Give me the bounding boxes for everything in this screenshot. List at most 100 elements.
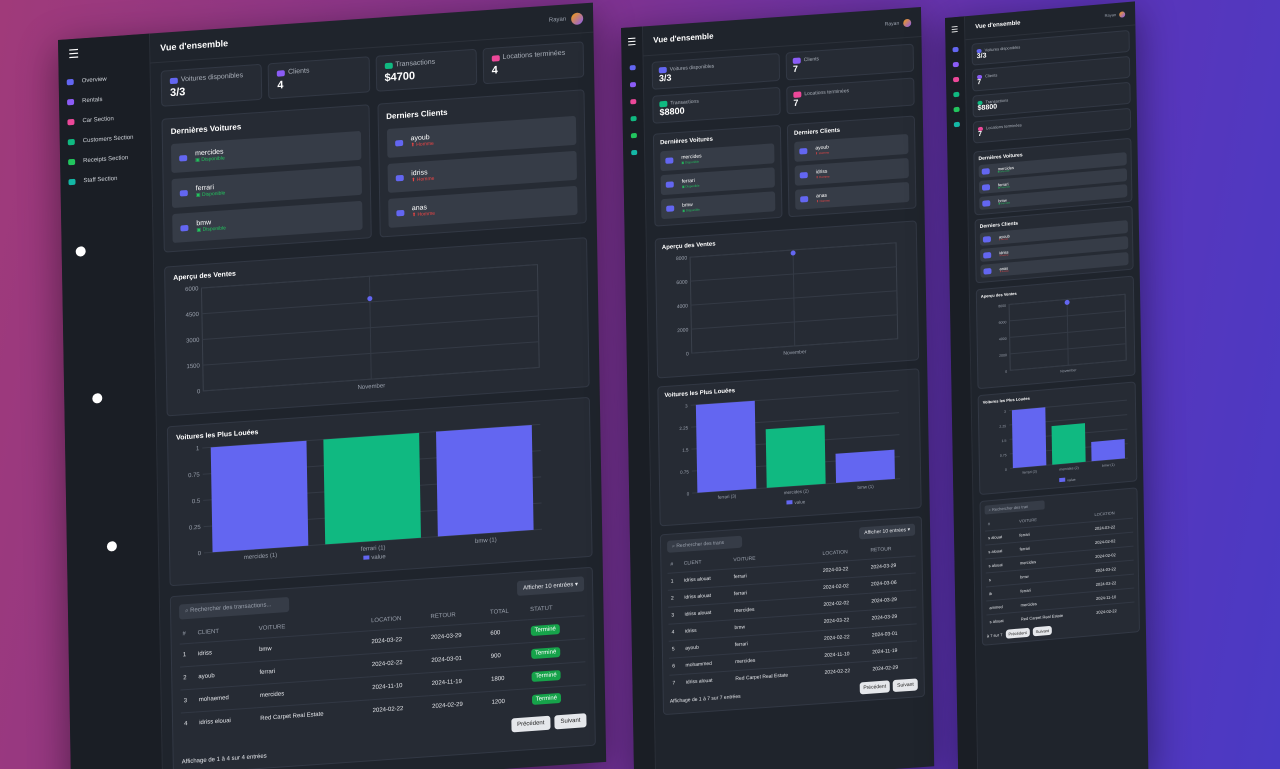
- table-cell: 900: [490, 653, 501, 660]
- availability-tag: ▣ Disponible: [195, 190, 226, 199]
- column-header: #: [670, 561, 674, 568]
- table-cell: 3: [671, 612, 675, 619]
- list-item[interactable]: anas ⬆ Homme: [387, 185, 578, 228]
- y-tick-label: 6000: [999, 320, 1007, 325]
- theme-toggle-icon[interactable]: [106, 540, 117, 552]
- list-item[interactable]: bmw ▣ Disponible: [172, 200, 363, 244]
- avatar[interactable]: [903, 18, 912, 27]
- hamburger-menu-icon[interactable]: ☰: [68, 47, 79, 62]
- sidebar-item-5[interactable]: Staff Section: [68, 174, 143, 186]
- sidebar: ☰ Overview Rentals Car Section Customers Se…: [58, 33, 164, 769]
- availability-tag: ▣ Disponible: [682, 207, 700, 213]
- availability-tag: ▣ Disponible: [997, 170, 1010, 174]
- legend-swatch: [1059, 477, 1066, 483]
- gridline: [1066, 299, 1069, 366]
- theme-toggle-icon[interactable]: [92, 392, 103, 404]
- next-button[interactable]: Suivant: [892, 678, 918, 693]
- next-button[interactable]: Suivant: [1032, 625, 1053, 637]
- rented-chart-card: Voitures les Plus Louées 0 0.75 1.5 2.25 3 fe…: [657, 368, 922, 527]
- sidebar-item-3[interactable]: Customers Section: [67, 134, 143, 146]
- mobile-screenshot: ☰ Vue d'ensemble Rayan Voitures disponib…: [945, 1, 1149, 769]
- receipt-icon[interactable]: [630, 132, 637, 139]
- gender-tag: ⬆ Homme: [815, 150, 830, 156]
- sidebar-item-2[interactable]: Car Section: [67, 114, 142, 126]
- list-item-text: ayoub ⬆ Homme: [815, 144, 829, 155]
- page-size-label: Afficher 10 entrées: [523, 582, 574, 592]
- y-tick-label: 0.25: [189, 525, 201, 532]
- list-item-text: idriss ⬆ Homme: [411, 169, 434, 183]
- car-icon[interactable]: [629, 98, 636, 105]
- theme-toggle-icon[interactable]: [75, 246, 86, 257]
- search-input[interactable]: ⌕ Rechercher des trans: [666, 535, 743, 553]
- sidebar-item-4[interactable]: Receipts Section: [68, 154, 143, 166]
- sales-chart: 0 2000 4000 6000 8000 November: [676, 242, 899, 358]
- transactions-table: # CLIENT VOITURE LOCATION RETOUR TOTAL STATUT …: [179, 597, 587, 736]
- gender-tag: ⬆ Homme: [816, 198, 831, 204]
- list-item[interactable]: idriss ⬆ Homme: [794, 157, 909, 186]
- next-button[interactable]: Suivant: [554, 713, 587, 730]
- previous-button[interactable]: Précédent: [1005, 627, 1030, 639]
- list-item[interactable]: ayoub ⬆ Homme: [794, 133, 909, 162]
- hamburger-menu-icon[interactable]: ☰: [627, 36, 636, 48]
- x-tick-label: mercides (2): [1059, 466, 1078, 472]
- users-icon: [277, 69, 286, 77]
- car-icon: [982, 199, 991, 207]
- sales-chart: 0 2000 4000 6000 8000 November: [998, 293, 1127, 374]
- users-icon[interactable]: [952, 91, 959, 98]
- tablet-screenshot: ☰ Vue d'ensemble Rayan Voitures disponib…: [621, 7, 935, 769]
- sidebar-item-1[interactable]: Rentals: [67, 94, 142, 106]
- avatar[interactable]: [571, 11, 584, 25]
- previous-button[interactable]: Précédent: [859, 680, 891, 695]
- stat-card-rentals-done: Locations terminées 4: [482, 41, 585, 85]
- car-icon: [179, 189, 188, 197]
- search-input[interactable]: ⌕ Rechercher des transactions...: [178, 596, 290, 620]
- x-tick-label: ferrari (1): [361, 545, 386, 553]
- search-placeholder: Rechercher des tran: [991, 503, 1029, 512]
- stat-value: $4700: [384, 70, 416, 85]
- list-item[interactable]: bmw ▣ Disponible: [661, 191, 776, 220]
- stat-card-cars: Voitures disponibles 3/3: [651, 52, 781, 90]
- rentals-icon[interactable]: [629, 81, 636, 88]
- hamburger-menu-icon[interactable]: ☰: [951, 24, 958, 34]
- car-icon: [179, 154, 188, 162]
- previous-button[interactable]: Précédent: [510, 715, 551, 733]
- list-item-text: ferrari ▣ Disponible: [196, 183, 226, 198]
- car-icon: [666, 205, 675, 212]
- sidebar-item-label: Receipts Section: [83, 155, 129, 165]
- sidebar-item-0[interactable]: Overview: [66, 74, 142, 86]
- chart-icon[interactable]: [629, 65, 636, 71]
- y-tick-label: 0.75: [680, 469, 689, 475]
- staff-icon[interactable]: [953, 121, 960, 128]
- page-size-select[interactable]: Afficher 10 entrées ▾: [859, 523, 916, 540]
- page-size-select[interactable]: Afficher 10 entrées ▾: [516, 576, 585, 597]
- avatar[interactable]: [1119, 10, 1126, 18]
- receipt-icon[interactable]: [953, 106, 960, 113]
- table-cell: 1200: [491, 698, 505, 706]
- user-name: Rayan: [1104, 12, 1117, 19]
- staff-icon: [68, 178, 76, 186]
- list-item[interactable]: mercides ▣ Disponible: [660, 143, 775, 172]
- list-item[interactable]: ayoub ⬆ Homme: [386, 115, 577, 159]
- gender-tag: ⬆ Homme: [815, 174, 830, 180]
- x-tick-label: bmw (1): [857, 484, 874, 490]
- list-item[interactable]: anas ⬆ Homme: [795, 181, 910, 210]
- users-icon: [67, 138, 75, 146]
- table-cell: 7: [672, 680, 676, 687]
- table-cell: 600: [490, 630, 501, 637]
- stat-label: Transactions: [395, 58, 436, 69]
- list-item[interactable]: ferrari ▣ Disponible: [660, 167, 775, 196]
- list-item[interactable]: ferrari ▣ Disponible: [171, 165, 362, 209]
- list-item[interactable]: idriss ⬆ Homme: [387, 150, 577, 194]
- chart-icon[interactable]: [952, 46, 959, 53]
- list-item-text: anas ⬆ Homme: [412, 204, 435, 218]
- column-header: #: [182, 631, 186, 638]
- staff-icon[interactable]: [630, 149, 637, 156]
- car-icon[interactable]: [952, 76, 959, 83]
- user-icon: [395, 209, 404, 216]
- rentals-icon[interactable]: [952, 61, 959, 68]
- table-cell: 4: [184, 721, 188, 728]
- users-icon[interactable]: [630, 115, 637, 122]
- bar: [323, 432, 421, 545]
- x-tick-label: mercides (1): [244, 553, 277, 561]
- list-item[interactable]: mercides ▣ Disponible: [170, 130, 361, 174]
